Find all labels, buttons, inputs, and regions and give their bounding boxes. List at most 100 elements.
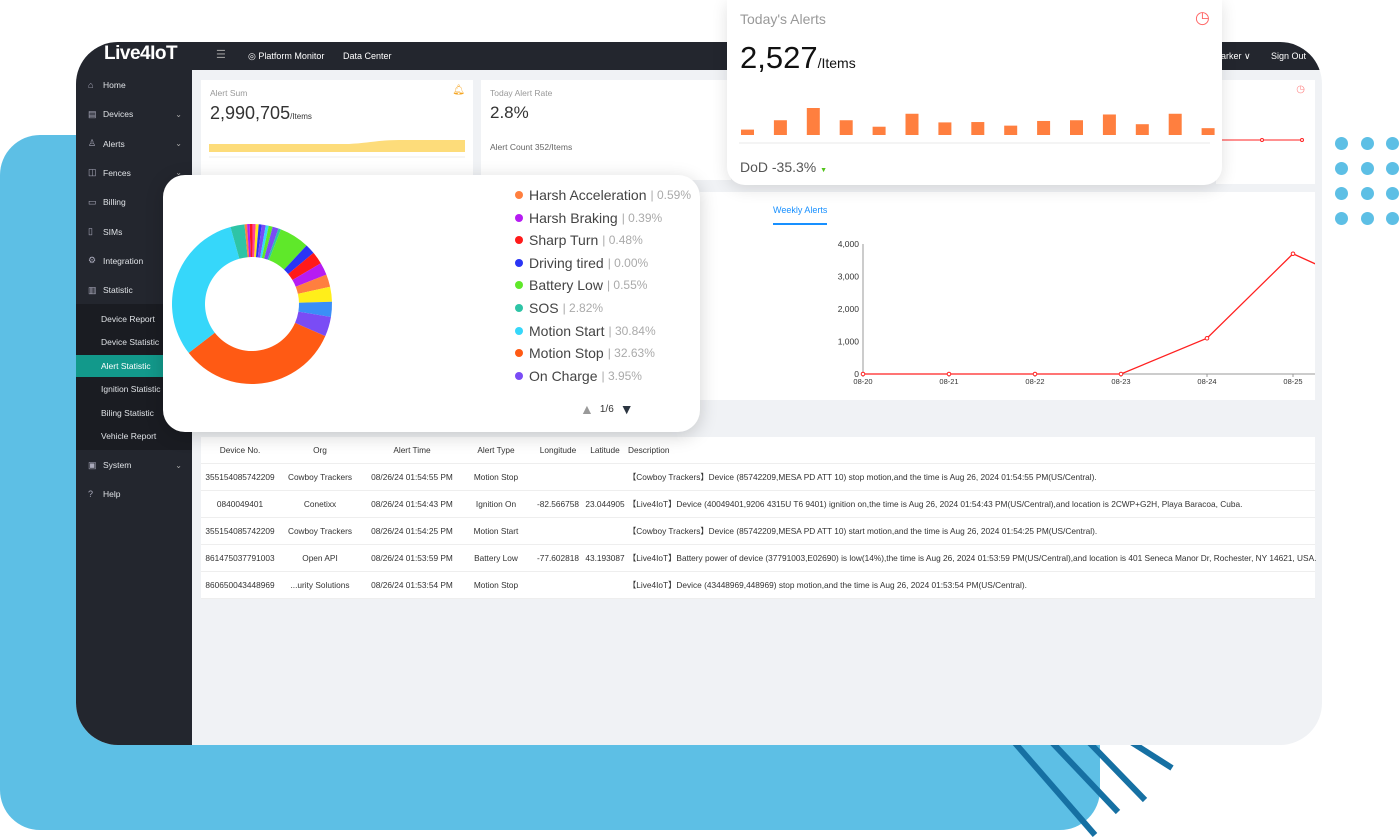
sidebar-item-help[interactable]: ? Help <box>76 481 192 507</box>
legend-swatch <box>515 349 523 358</box>
table-cell: Motion Stop <box>473 472 519 482</box>
column-header[interactable]: Latitude <box>590 437 620 464</box>
today-alerts-card: Today's Alerts ◷ 2,527/Items DoD -35.3% … <box>727 0 1222 185</box>
devices-icon: ▤ <box>88 108 97 119</box>
legend-swatch <box>515 326 523 335</box>
column-header[interactable]: Alert Time <box>393 437 430 464</box>
weekly-alerts-panel: Weekly Alerts 0 1,000 2,000 3,000 4,000 08-20… <box>700 192 1315 400</box>
bar <box>1004 125 1018 135</box>
table-cell: ...urity Solutions <box>290 580 350 590</box>
bar <box>1135 124 1149 135</box>
fences-icon: ◫ <box>88 167 97 178</box>
table-cell: Motion Start <box>473 526 519 536</box>
nav-data-center[interactable]: Data Center <box>343 51 392 61</box>
column-header[interactable]: Org <box>313 437 327 464</box>
table-row[interactable]: 0840049401 Conetixx 08/26/24 01:54:43 PM Ig… <box>201 491 1315 518</box>
legend-item[interactable]: Battery Low | 0.55% <box>515 277 647 293</box>
table-cell: Open API <box>302 553 338 563</box>
sidebar-item-system[interactable]: ▣ System ⌄ <box>76 452 192 478</box>
next-page-icon[interactable]: ▼ <box>620 401 634 417</box>
data-point[interactable] <box>860 371 866 377</box>
sidebar-item-alerts[interactable]: ♙ Alerts ⌄ <box>76 131 192 157</box>
column-header[interactable]: Description <box>628 437 670 464</box>
card-label: Alert Sum <box>210 88 248 98</box>
card-label: Today Alert Rate <box>490 88 553 98</box>
legend-label: SOS <box>529 300 559 316</box>
table-row[interactable]: 355154085742209 Cowboy Trackers 08/26/24 0… <box>201 464 1315 491</box>
table-cell: 08/26/24 01:54:25 PM <box>371 526 453 536</box>
table-cell: -82.566758 <box>537 499 579 509</box>
column-header[interactable]: Alert Type <box>477 437 514 464</box>
alert-type-donut <box>172 224 332 384</box>
data-point[interactable] <box>1290 251 1296 257</box>
sidebar-item-label: Alerts <box>103 138 125 149</box>
donut-slice[interactable] <box>172 226 240 353</box>
legend-item[interactable]: SOS | 2.82% <box>515 300 603 316</box>
menu-toggle-icon[interactable]: ☰ <box>216 48 226 61</box>
data-point[interactable] <box>1204 335 1210 341</box>
legend-item[interactable]: Harsh Braking | 0.39% <box>515 210 662 226</box>
integration-icon: ⚙ <box>88 255 97 266</box>
card-label: Today's Alerts <box>740 11 826 27</box>
table-cell: 08/26/24 01:54:43 PM <box>371 499 453 509</box>
y-tick-label: 3,000 <box>838 272 860 282</box>
legend-item[interactable]: Motion Start | 30.84% <box>515 323 656 339</box>
legend-value: 3.95% <box>607 368 642 383</box>
legend-label: Motion Stop <box>529 345 604 362</box>
column-header[interactable]: Longitude <box>540 437 576 464</box>
legend-item[interactable]: On Charge | 3.95% <box>515 368 642 384</box>
table-row[interactable]: 860650043448969 ...urity Solutions 08/26/2… <box>201 572 1315 599</box>
table-cell: 0840049401 <box>216 499 264 509</box>
table-cell: 43.193087 <box>585 553 625 563</box>
column-header[interactable]: Device No. <box>220 437 261 464</box>
legend-item[interactable]: Motion Stop | 32.63% <box>515 345 655 361</box>
sidebar-item-home[interactable]: ⌂ Home <box>76 72 192 98</box>
legend-label: Motion Start <box>529 322 605 339</box>
table-row[interactable]: 355154085742209 Cowboy Trackers 08/26/24 0… <box>201 518 1315 545</box>
legend-swatch <box>515 371 523 380</box>
today-alerts-value: 2,527/Items <box>740 40 856 75</box>
legend-label: Harsh Acceleration <box>529 187 647 203</box>
legend-value: 0.48% <box>608 233 643 248</box>
legend-item[interactable]: Harsh Acceleration | 0.59% <box>515 187 691 203</box>
clock-icon: ◷ <box>1195 8 1210 27</box>
nav-platform-monitor[interactable]: ◎ Platform Monitor <box>248 51 324 62</box>
legend-swatch <box>515 191 523 199</box>
tab-weekly-alerts[interactable]: Weekly Alerts <box>773 205 828 225</box>
table-cell: Battery Low <box>474 553 518 563</box>
table-cell: Cowboy Trackers <box>287 472 353 482</box>
sidebar-item-devices[interactable]: ▤ Devices ⌄ <box>76 101 192 127</box>
legend-swatch <box>515 213 523 222</box>
sidebar-item-label: Help <box>103 489 121 500</box>
sign-out-button[interactable]: Sign Out <box>1271 51 1306 61</box>
prev-page-icon[interactable]: ▲ <box>580 401 594 417</box>
data-point[interactable] <box>946 371 952 377</box>
down-arrow-icon: ▼ <box>820 167 828 174</box>
legend-swatch <box>515 258 523 267</box>
legend-swatch <box>515 281 523 290</box>
table-cell: 23.044905 <box>585 499 625 509</box>
legend-swatch <box>515 304 523 312</box>
x-tick-label: 08-23 <box>1111 377 1130 386</box>
legend-value: 32.63% <box>614 346 655 361</box>
legend-label: Driving tired <box>529 254 604 271</box>
statistic-icon: ▥ <box>88 284 97 295</box>
table-cell: 08/26/24 01:54:55 PM <box>371 472 453 482</box>
decorative-dots <box>1335 137 1399 225</box>
table-row[interactable]: 861475037791003 Open API 08/26/24 01:53:59… <box>201 545 1316 572</box>
data-point[interactable] <box>1032 371 1038 377</box>
sidebar-item-label: Fences <box>103 167 131 178</box>
bar <box>938 122 952 135</box>
sidebar-item-label: System <box>103 460 132 470</box>
data-point[interactable] <box>1118 371 1124 377</box>
table-cell: 355154085742209 <box>205 526 275 536</box>
table-cell: 08/26/24 01:53:54 PM <box>371 580 453 590</box>
alert-rate-value: 2.8% <box>490 103 529 122</box>
alerts-table: Device No. Org Alert Time Alert Type Longitu… <box>201 437 1316 599</box>
legend-item[interactable]: Driving tired | 0.00% <box>515 255 648 271</box>
home-icon: ⌂ <box>88 80 94 90</box>
sidebar-item-label: Devices <box>103 109 134 120</box>
legend-item[interactable]: Sharp Turn | 0.48% <box>515 232 643 248</box>
sidebar-item-label: Statistic <box>103 285 133 296</box>
logo: Live4IoT <box>104 43 178 64</box>
